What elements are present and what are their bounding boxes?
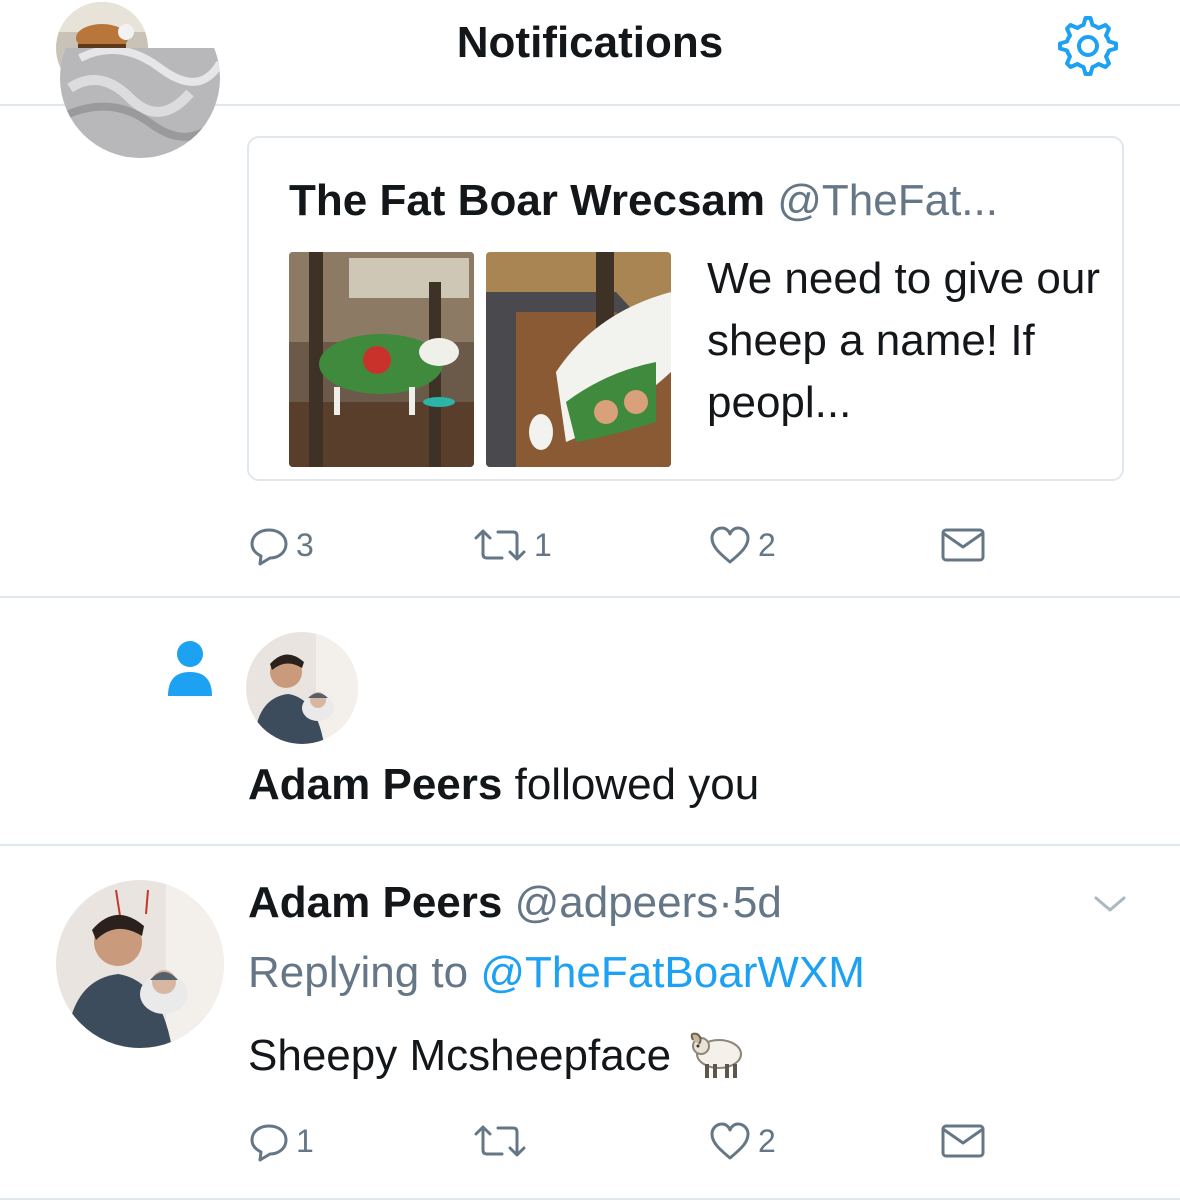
envelope-icon: [941, 1124, 985, 1158]
heart-icon: [710, 1122, 750, 1160]
retweet-icon: [474, 1125, 526, 1157]
tweet-author-avatar[interactable]: [56, 880, 224, 1048]
reply-icon: [250, 528, 288, 566]
tweet-avatar[interactable]: [60, 48, 220, 160]
tweet-more-button[interactable]: [1092, 892, 1128, 916]
quoted-tweet-text: We need to give our sheep a name! If peo…: [707, 254, 1100, 427]
follow-notification[interactable]: Adam Peers followed you: [0, 600, 1180, 846]
replying-to-link[interactable]: @TheFatBoarWXM: [480, 948, 865, 997]
reply-tweet-item[interactable]: Adam Peers @adpeers·5d Replying to @TheF…: [0, 848, 1180, 1200]
quoted-tweet-author: The Fat Boar Wrecsam @TheFat...: [289, 176, 998, 226]
reply-icon: [250, 1124, 288, 1162]
quoted-author-handle: @TheFat...: [777, 176, 998, 225]
tweet-quote-item[interactable]: The Fat Boar Wrecsam @TheFat... We need …: [0, 48, 1180, 598]
retweet-button[interactable]: 1: [472, 524, 552, 566]
direct-message-button[interactable]: [940, 524, 986, 566]
quoted-image-2[interactable]: [486, 252, 671, 467]
reply-button[interactable]: 3: [248, 524, 314, 566]
envelope-icon: [941, 528, 985, 562]
replying-to-line: Replying to @TheFatBoarWXM: [248, 948, 865, 998]
tweet-header: Adam Peers @adpeers·5d: [248, 878, 782, 928]
reply-count: 3: [296, 526, 314, 563]
replying-to-prefix: Replying to: [248, 948, 469, 997]
like-button[interactable]: 2: [708, 524, 776, 566]
heart-icon: [710, 526, 750, 564]
retweet-count: 1: [534, 526, 552, 563]
direct-message-button[interactable]: [940, 1120, 986, 1162]
tweet-text: Sheepy Mcsheepface: [248, 1031, 672, 1080]
tweet-author-handle: @adpeers: [514, 878, 719, 927]
reply-count: 1: [296, 1122, 314, 1159]
tweet-action-bar: 3 1 2: [0, 520, 1180, 580]
tweet-timestamp: 5d: [732, 878, 782, 927]
tweet-body: Sheepy Mcsheepface: [248, 1028, 749, 1084]
separator-dot: ·: [718, 878, 733, 927]
person-icon: [164, 638, 216, 698]
tweet-author-name[interactable]: Adam Peers: [248, 878, 502, 927]
follow-action-text: followed you: [514, 760, 760, 809]
reply-button[interactable]: 1: [248, 1120, 314, 1162]
settings-button[interactable]: [1056, 14, 1120, 78]
follower-avatar[interactable]: [246, 632, 358, 744]
quoted-image-1[interactable]: [289, 252, 474, 467]
quoted-tweet-card[interactable]: The Fat Boar Wrecsam @TheFat... We need …: [247, 136, 1124, 481]
like-count: 2: [758, 1122, 776, 1159]
retweet-button[interactable]: [472, 1120, 528, 1162]
chevron-down-icon: [1094, 896, 1126, 912]
follower-name[interactable]: Adam Peers: [248, 760, 502, 809]
retweet-icon: [474, 529, 526, 561]
follow-text: Adam Peers followed you: [248, 760, 759, 810]
gear-icon: [1058, 16, 1118, 76]
tweet-action-bar: 1 2: [0, 1116, 1180, 1176]
quoted-author-name: The Fat Boar Wrecsam: [289, 176, 766, 225]
like-button[interactable]: 2: [708, 1120, 776, 1162]
sheep-emoji-icon: [690, 1032, 743, 1078]
like-count: 2: [758, 526, 776, 563]
